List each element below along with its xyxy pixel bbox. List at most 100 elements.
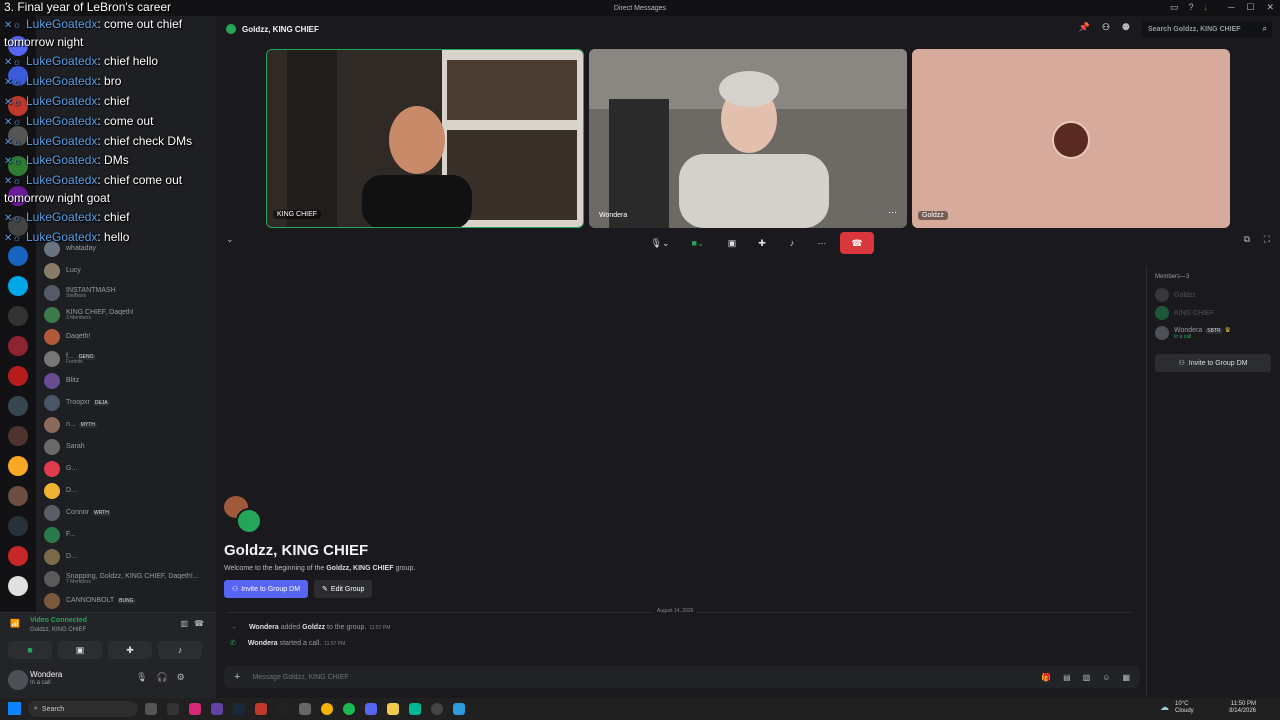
gear-icon[interactable]: ⚙	[177, 672, 185, 683]
server-icon[interactable]	[8, 336, 28, 356]
noise-suppression-icon[interactable]: ▥	[180, 619, 188, 628]
server-icon[interactable]	[8, 366, 28, 386]
dm-item[interactable]: D...	[44, 547, 77, 567]
file-explorer-icon[interactable]	[387, 703, 399, 715]
instagram-icon[interactable]	[189, 703, 201, 715]
screen-share-button[interactable]: ▣	[720, 234, 744, 252]
server-icon[interactable]	[8, 426, 28, 446]
collapse-icon[interactable]: ⌄	[226, 234, 234, 245]
app-icon[interactable]	[255, 703, 267, 715]
dm-item[interactable]: Daqeth!	[44, 327, 91, 347]
video-tile-goldzz[interactable]: Goldzz	[912, 49, 1230, 228]
sys-actor[interactable]: Wondera	[249, 624, 279, 631]
taskbar-search[interactable]: ⌕ Search	[28, 701, 138, 717]
dm-item[interactable]: CANNONBOLT BUNG	[44, 591, 136, 611]
sys-target[interactable]: Goldzz	[302, 624, 325, 631]
minimize-button[interactable]: ─	[1228, 2, 1234, 13]
dm-item[interactable]: KING CHIEF, Daqeth! 3 Members	[44, 305, 134, 325]
server-icon[interactable]	[8, 306, 28, 326]
app-icon[interactable]	[167, 703, 179, 715]
server-icon[interactable]	[8, 546, 28, 566]
video-tile-wondera[interactable]: Wondera ⋯	[589, 49, 907, 228]
dm-item[interactable]: D...	[44, 481, 77, 501]
gift-icon[interactable]: 🎁	[1041, 673, 1051, 682]
popout-icon[interactable]: ⧉	[1244, 234, 1250, 245]
clock[interactable]: 11:50 PM 8/14/2026	[1229, 701, 1256, 715]
dm-item[interactable]: f... GENO Fortnite	[44, 349, 96, 369]
invite-to-group-button[interactable]: ⚇ Invite to Group DM	[1155, 354, 1271, 372]
plus-icon[interactable]: +	[234, 671, 240, 683]
emoji-icon[interactable]: ☺	[1102, 673, 1110, 682]
discord-icon[interactable]	[365, 703, 377, 715]
inbox-icon[interactable]: ▭	[1170, 2, 1179, 13]
pin-icon[interactable]: 📌	[1079, 22, 1090, 33]
soundboard-icon[interactable]: ♪	[158, 641, 202, 659]
steam-icon[interactable]	[233, 703, 245, 715]
task-view-icon[interactable]	[145, 703, 157, 715]
activity-button[interactable]: ✚	[750, 234, 774, 252]
soundboard-button[interactable]: ♪	[780, 234, 804, 252]
member-goldzz[interactable]: Goldzz	[1155, 288, 1196, 302]
microphone-icon[interactable]: 🎙	[136, 672, 147, 683]
fullscreen-icon[interactable]: ⛶	[1264, 234, 1270, 245]
sys-actor[interactable]: Wondera	[248, 640, 278, 647]
server-icon[interactable]	[8, 246, 28, 266]
dm-item[interactable]: n... MYTH	[44, 415, 97, 435]
download-icon[interactable]: ↓	[1204, 2, 1209, 13]
settings-icon[interactable]	[299, 703, 311, 715]
windows-start-icon[interactable]	[8, 702, 21, 715]
camera-icon[interactable]: ■	[8, 641, 52, 659]
help-icon[interactable]: ?	[1188, 2, 1193, 13]
more-icon[interactable]: ⋯	[888, 207, 897, 218]
gif-icon[interactable]: ▤	[1063, 673, 1071, 682]
leave-call-button[interactable]: ☎	[840, 232, 874, 254]
app-icon[interactable]	[453, 703, 465, 715]
server-icon[interactable]	[8, 486, 28, 506]
dm-item[interactable]: INSTANTMASH StelBaris	[44, 283, 116, 303]
close-button[interactable]: ✕	[1266, 2, 1274, 13]
member-name: Goldzz	[1174, 291, 1196, 299]
server-icon[interactable]	[8, 276, 28, 296]
dm-item[interactable]: Connor WRTH	[44, 503, 111, 523]
dm-item[interactable]: Snapping, Goldzz, KING CHIEF, Daqeth!...…	[44, 569, 199, 589]
dm-item[interactable]: Sarah	[44, 437, 85, 457]
voice-channel[interactable]: Goldzz, KING CHIEF	[30, 627, 86, 633]
user-name[interactable]: Wondera	[30, 670, 62, 679]
members-icon[interactable]: ⚉	[1122, 22, 1130, 33]
dm-item[interactable]: Lucy	[44, 261, 81, 281]
member-king-chief[interactable]: KING CHIEF	[1155, 306, 1214, 320]
maximize-button[interactable]: ☐	[1246, 2, 1254, 13]
camera-button[interactable]: ■⌄	[682, 234, 714, 252]
dm-item[interactable]: Blitz	[44, 371, 79, 391]
more-options-button[interactable]: ⋯	[810, 234, 834, 252]
sticker-icon[interactable]: ▧	[1083, 673, 1091, 682]
app-icon[interactable]	[211, 703, 223, 715]
search-input[interactable]: Search Goldzz, KING CHIEF ⌕	[1142, 21, 1272, 37]
dm-item[interactable]: Troopxr DEJA	[44, 393, 110, 413]
spotify-icon[interactable]	[343, 703, 355, 715]
mute-button[interactable]: 🎙⌄	[644, 234, 676, 252]
activity-icon[interactable]: ✚	[108, 641, 152, 659]
member-wondera[interactable]: Wondera SBTR ♛ In a call	[1155, 326, 1231, 340]
screen-share-icon[interactable]: ▣	[58, 641, 102, 659]
add-friends-icon[interactable]: ⚇	[1102, 22, 1110, 33]
dm-item[interactable]: F...	[44, 525, 75, 545]
app-icon[interactable]	[277, 703, 289, 715]
app-icon[interactable]	[431, 703, 443, 715]
server-icon[interactable]	[8, 456, 28, 476]
server-icon[interactable]	[8, 396, 28, 416]
server-icon[interactable]	[8, 516, 28, 536]
chrome-icon[interactable]	[321, 703, 333, 715]
avatar[interactable]	[8, 670, 28, 690]
server-icon[interactable]	[8, 576, 28, 596]
apps-icon[interactable]: ▦	[1122, 673, 1130, 682]
message-input[interactable]: + Message Goldzz, KING CHIEF 🎁 ▤ ▧ ☺ ▦	[224, 666, 1140, 688]
edit-group-button[interactable]: ✎ Edit Group	[314, 580, 373, 598]
dm-item[interactable]: G...	[44, 459, 77, 479]
weather-widget[interactable]: 10°C Cloudy	[1175, 701, 1194, 715]
headphones-icon[interactable]: 🎧	[156, 672, 167, 683]
app-icon[interactable]	[409, 703, 421, 715]
invite-to-group-dm-button[interactable]: ⚇ Invite to Group DM	[224, 580, 309, 598]
disconnect-icon[interactable]: ☎	[194, 619, 204, 628]
video-tile-king-chief[interactable]: KING CHIEF	[266, 49, 584, 228]
